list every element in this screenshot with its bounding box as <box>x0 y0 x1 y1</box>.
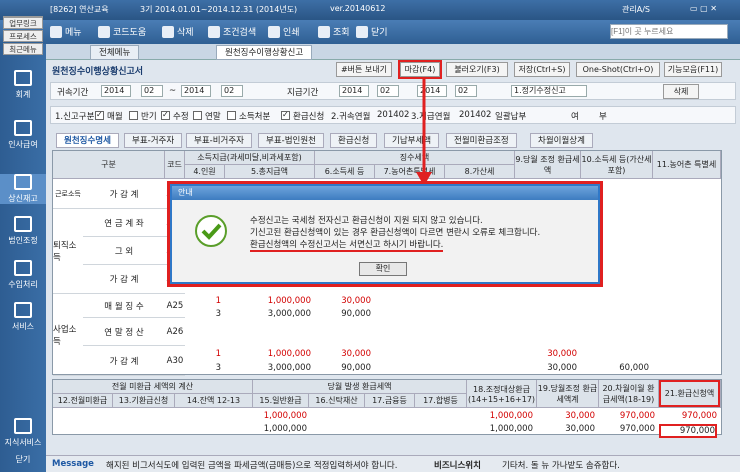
sidebar: 업무링크 회계 인사급여 상신재고 법인조정 수입처리 서비스 지식서비스 닫기 <box>0 16 46 472</box>
sidebar-close[interactable]: 닫기 <box>0 454 46 465</box>
globe-icon <box>14 260 32 276</box>
box-icon <box>14 174 32 190</box>
close-button[interactable]: 닫기 <box>356 25 388 38</box>
window-controls[interactable]: ▭ ▢ ✕ <box>690 4 717 13</box>
group-label: 퇴직소득 <box>53 209 83 294</box>
tab-all-menu[interactable]: 전체메뉴 <box>90 45 140 60</box>
report-options-row: 1.신고구분 매월 반기 수정 연말 소득처분 환급신청 2.귀속연월 2014… <box>50 106 736 124</box>
start-year-input[interactable]: 2014 <box>101 85 131 97</box>
end-month-input[interactable]: 02 <box>221 85 243 97</box>
delete-row-button[interactable]: 삭제 <box>663 84 699 99</box>
close-icon <box>356 25 368 38</box>
period-filter-row: 귀속기간 2014 02 ~ 2014 02 지급기간 2014 02 2014… <box>50 82 736 100</box>
sidebar-item-accounting[interactable]: 회계 <box>0 70 46 100</box>
group-label: 근로소득 <box>53 179 83 209</box>
close-deadline-button[interactable]: 마감(F4) <box>400 62 440 77</box>
print-button[interactable]: 인쇄 <box>268 25 300 38</box>
group-label: 사업소득 <box>53 294 83 376</box>
sidebar-item-corporate[interactable]: 법인조정 <box>0 216 46 246</box>
search-icon <box>318 25 330 38</box>
yearend-checkbox[interactable] <box>193 111 202 120</box>
page-tabs: 전체메뉴 원천징수이행상황신고 <box>46 44 740 60</box>
dialog-line-1: 수정신고는 국세청 전자신고 환급신청이 지원 되지 않고 있습니다. <box>250 216 483 226</box>
trash-icon <box>162 25 174 38</box>
table-row: 그 외 <box>83 237 165 265</box>
delete-button[interactable]: 삭제 <box>162 25 194 38</box>
period-label: 3기 2014.01.01~2014.12.31 (2014년도) <box>140 5 298 14</box>
dialog-line-2: 기신고된 환급신청액이 있는 경우 환급신청액이 다르면 변란시 오류로 체크합… <box>250 228 541 238</box>
sidebar-item-knowledge[interactable]: 지식서비스 <box>0 418 46 448</box>
building-icon <box>14 216 32 232</box>
refund-checkbox[interactable] <box>281 110 290 120</box>
company-label: [8262] 연산교육 <box>50 5 109 14</box>
dialog-title: 안내 <box>172 186 598 200</box>
version-label: ver.20140612 <box>330 4 386 13</box>
subtab-0[interactable]: 원천징수명세 <box>56 133 119 148</box>
subtab-7[interactable]: 차월이월상계 <box>530 133 593 148</box>
sidebar-item-inventory[interactable]: 상신재고 <box>0 174 46 204</box>
sidebar-process-button[interactable]: 프로세스 <box>3 30 43 42</box>
tab-withholding[interactable]: 원천징수이행상황신고 <box>216 45 313 60</box>
menu-button[interactable]: 메뉴 <box>50 25 82 38</box>
sidebar-item-import[interactable]: 수입처리 <box>0 260 46 290</box>
start-month-input[interactable]: 02 <box>141 85 163 97</box>
table-row: 가 감 계 <box>83 265 165 294</box>
search-input[interactable] <box>610 24 728 39</box>
print-icon <box>268 25 280 38</box>
person-icon <box>14 120 32 136</box>
pay-end-month[interactable]: 02 <box>455 85 477 97</box>
book-icon <box>14 418 32 434</box>
load-button[interactable]: 불러오기(F3) <box>446 62 508 77</box>
ok-button[interactable]: 확인 <box>359 262 407 276</box>
option-no[interactable]: 부 <box>599 110 607 122</box>
table-row: 가 감 계 <box>83 179 165 209</box>
help-icon <box>98 25 110 38</box>
monitor-icon <box>14 302 32 318</box>
sidebar-item-payroll[interactable]: 인사급여 <box>0 120 46 150</box>
subtab-4[interactable]: 환급신청 <box>330 133 378 148</box>
toolbar: 메뉴 코드도움 삭제 조건검색 인쇄 조회 닫기 <box>0 20 740 44</box>
user-label: 관리A/S <box>622 5 650 14</box>
oneshot-button[interactable]: One-Shot(Ctrl+O) <box>576 62 660 77</box>
send-button[interactable]: #버튼 보내기 <box>336 62 392 77</box>
subtab-3[interactable]: 부표-법인원천 <box>258 133 324 148</box>
half-checkbox[interactable] <box>129 111 138 120</box>
table-row: 연 말 정 산 <box>83 318 165 346</box>
subtab-2[interactable]: 부표-비거주자 <box>186 133 252 148</box>
title-bar: [8262] 연산교육 3기 2014.01.01~2014.12.31 (20… <box>0 0 740 20</box>
menu-icon <box>50 25 62 38</box>
refund-summary: 전월 미환급 세액의 계산 당월 발생 환급세액 18.조정대상환급 (14+1… <box>52 379 722 438</box>
amend-checkbox[interactable] <box>161 110 170 120</box>
pay-start-year[interactable]: 2014 <box>339 85 369 97</box>
save-button[interactable]: 저장(Ctrl+S) <box>514 62 570 77</box>
report-type-select[interactable]: 1.정기수정신고 <box>511 85 587 97</box>
page-title: 원천징수이행상황신고서 <box>52 67 144 77</box>
option-yes[interactable]: 여 <box>571 110 579 122</box>
disposal-checkbox[interactable] <box>227 111 236 120</box>
calculator-icon <box>14 70 32 86</box>
notice-dialog: 안내 수정신고는 국세청 전자신고 환급신청이 지원 되지 않고 있습니다. 기… <box>170 184 600 284</box>
end-year-input[interactable]: 2014 <box>181 85 211 97</box>
check-icon <box>195 215 227 247</box>
code-help-button[interactable]: 코드도움 <box>98 25 146 38</box>
sidebar-link-button[interactable]: 업무링크 <box>3 17 43 29</box>
dialog-line-3: 환급신청액의 수정신고서는 서면신고 하시기 바랍니다. <box>250 240 444 252</box>
subtab-1[interactable]: 부표-거주자 <box>124 133 183 148</box>
subtab-6[interactable]: 전월미환급조정 <box>446 133 517 148</box>
inquiry-button[interactable]: 조회 <box>318 25 350 38</box>
sidebar-recent-button[interactable]: 최근메뉴 <box>3 43 43 55</box>
table-row: 연 금 계 좌 <box>83 209 165 237</box>
filter-icon <box>208 25 220 38</box>
pointer-arrow <box>416 78 432 186</box>
status-bar: Message 해지된 비그서식도에 입력된 금액을 파세금액(금매등)으로 적… <box>46 455 740 472</box>
filter-button[interactable]: 조건검색 <box>208 25 256 38</box>
sidebar-item-service[interactable]: 서비스 <box>0 302 46 332</box>
table-row: 가 감 계 <box>83 346 165 376</box>
pay-start-month[interactable]: 02 <box>377 85 399 97</box>
table-row: 매 월 징 수 <box>83 294 165 318</box>
business-link[interactable]: 비즈니스위치 <box>434 459 481 471</box>
function-button[interactable]: 기능모음(F11) <box>664 62 722 77</box>
monthly-checkbox[interactable] <box>95 110 104 120</box>
